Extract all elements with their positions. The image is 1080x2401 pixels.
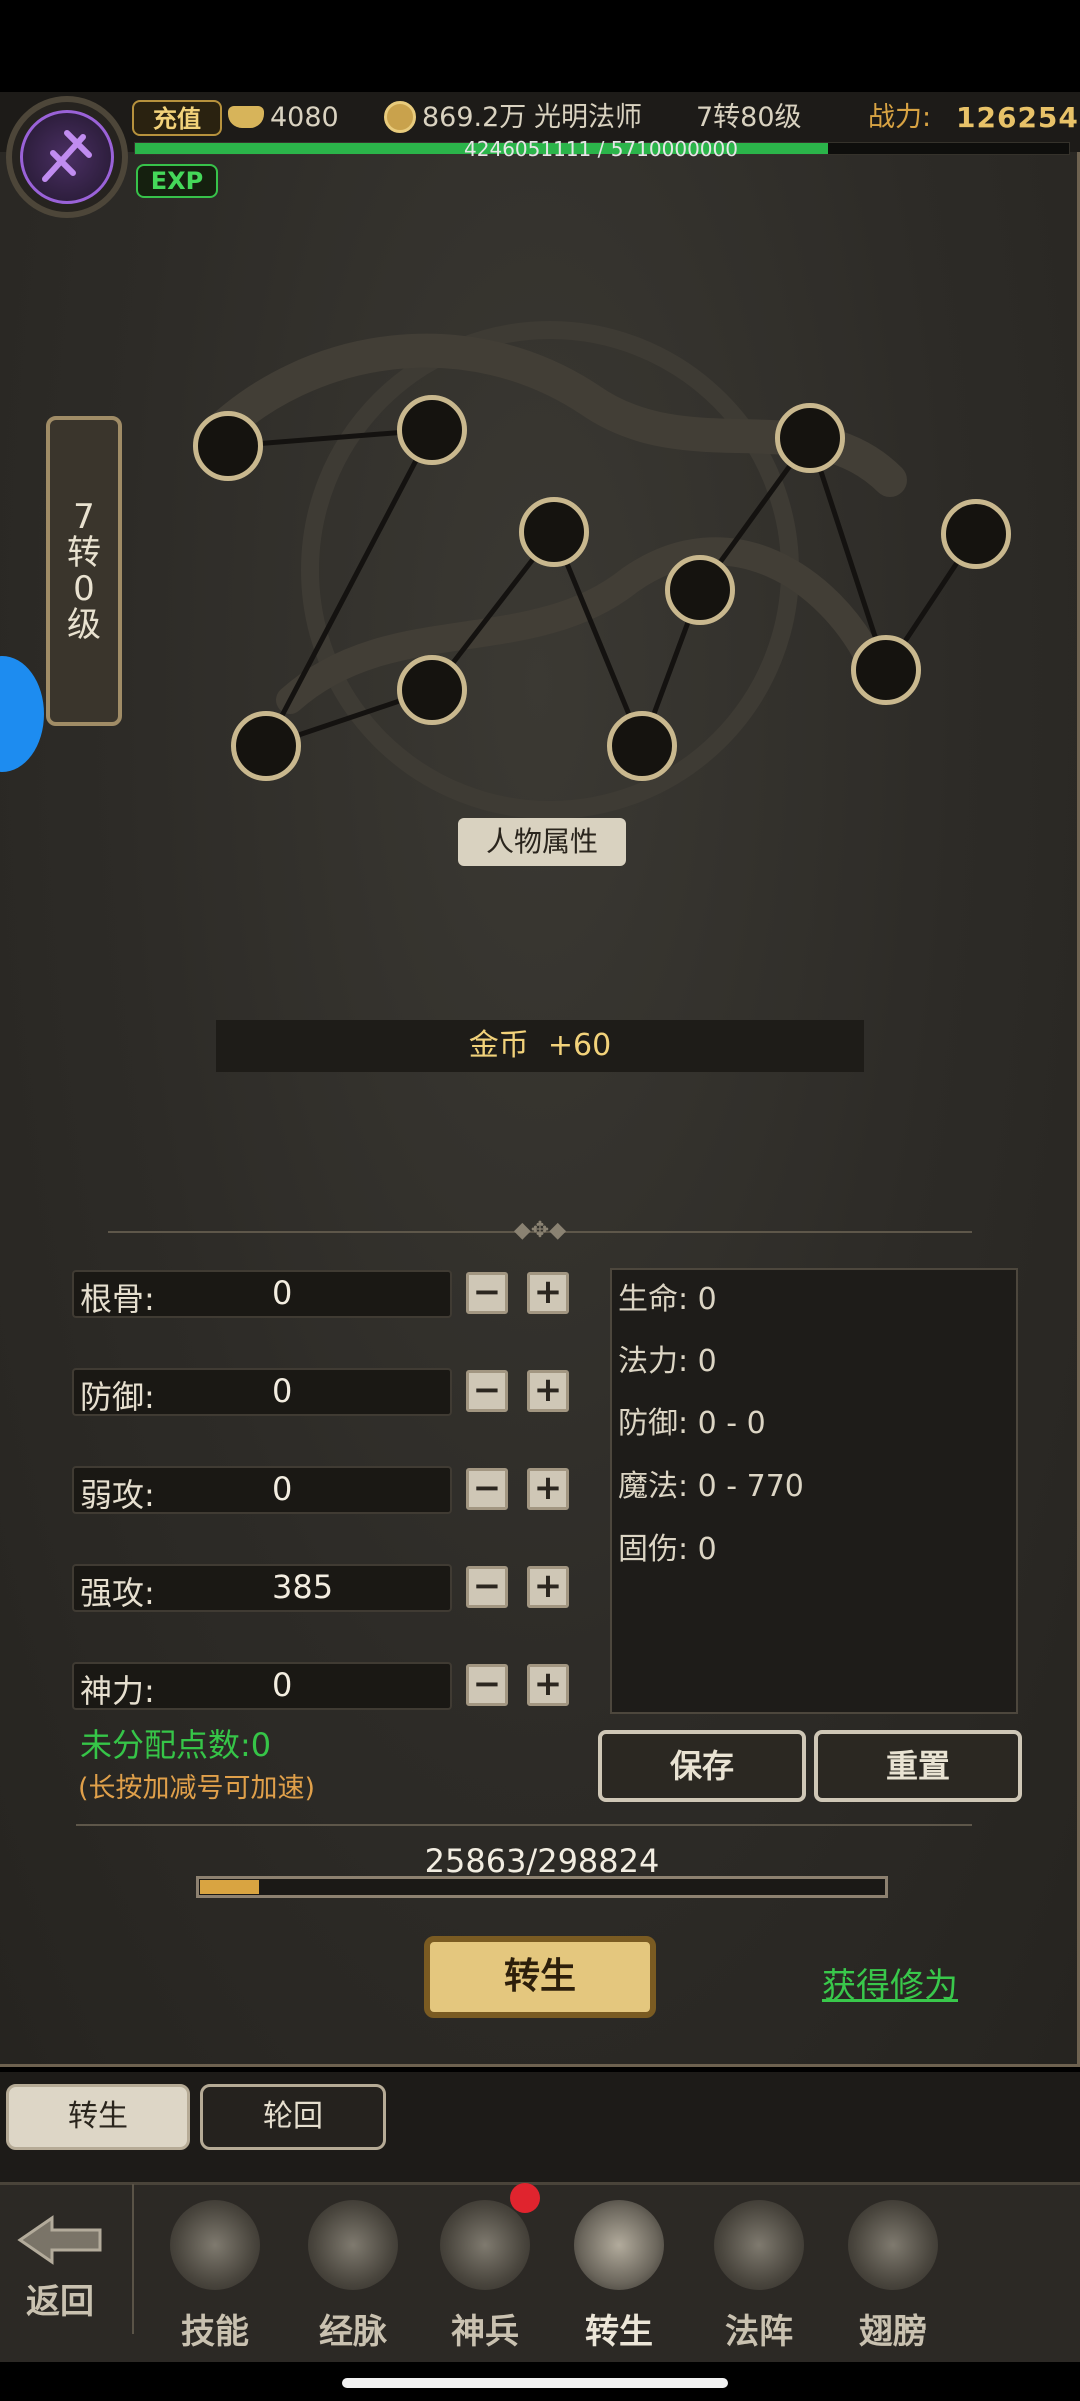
formation-icon xyxy=(714,2200,804,2290)
decrease-button[interactable]: − xyxy=(466,1566,508,1608)
result-magic: 魔法: 0 - 770 xyxy=(618,1469,804,1504)
stat-value: 0 xyxy=(272,1666,293,1704)
nav-separator xyxy=(132,2184,134,2334)
skills-icon xyxy=(170,2200,260,2290)
stat-label: 神力: xyxy=(80,1672,155,1710)
result-mp: 法力: 0 xyxy=(618,1344,717,1379)
stat-label: 防御: xyxy=(80,1378,155,1416)
constellation-node[interactable] xyxy=(775,403,845,473)
character-attributes-title[interactable]: 人物属性 xyxy=(458,818,626,866)
hint-text: (长按加减号可加速) xyxy=(78,1773,316,1804)
stat-label: 强攻: xyxy=(80,1574,155,1612)
increase-button[interactable]: + xyxy=(527,1468,569,1510)
constellation-node[interactable] xyxy=(941,499,1011,569)
cultivation-progress-fill xyxy=(200,1880,260,1894)
constellation-node[interactable] xyxy=(851,635,921,705)
nav-meridians[interactable]: 经脉 xyxy=(298,2200,408,2352)
decrease-button[interactable]: − xyxy=(466,1468,508,1510)
stat-value: 0 xyxy=(272,1372,293,1410)
notification-dot xyxy=(510,2183,540,2213)
constellation-node[interactable] xyxy=(193,411,263,481)
nav-divine-weapon[interactable]: 神兵 xyxy=(430,2200,540,2352)
decrease-button[interactable]: − xyxy=(466,1272,508,1314)
stat-label: 根骨: xyxy=(80,1280,155,1318)
divine-weapon-icon xyxy=(440,2200,530,2290)
obtain-cultivation-link[interactable]: 获得修为 xyxy=(822,1958,958,2007)
increase-button[interactable]: + xyxy=(527,1370,569,1412)
bonus-label: 金币 xyxy=(468,1028,529,1063)
result-fixed-damage: 固伤: 0 xyxy=(618,1532,717,1567)
rebirth-icon xyxy=(574,2200,664,2290)
constellation-node[interactable] xyxy=(231,711,301,781)
meridians-icon xyxy=(308,2200,398,2290)
constellation-node[interactable] xyxy=(665,555,735,625)
constellation-node[interactable] xyxy=(397,395,467,465)
increase-button[interactable]: + xyxy=(527,1566,569,1608)
decrease-button[interactable]: − xyxy=(466,1370,508,1412)
divider-ornament-icon: ◆✥◆ xyxy=(513,1218,567,1243)
tab-rebirth[interactable]: 转生 xyxy=(6,2084,190,2150)
stat-label: 弱攻: xyxy=(80,1476,155,1514)
wings-icon xyxy=(848,2200,938,2290)
save-button[interactable]: 保存 xyxy=(598,1730,806,1802)
increase-button[interactable]: + xyxy=(527,1272,569,1314)
reset-button[interactable]: 重置 xyxy=(814,1730,1022,1802)
decrease-button[interactable]: − xyxy=(466,1664,508,1706)
constellation-node[interactable] xyxy=(519,497,589,567)
cultivation-progress-bar xyxy=(196,1876,888,1898)
constellation-links xyxy=(227,427,979,749)
nav-formation[interactable]: 法阵 xyxy=(704,2200,814,2352)
tab-reincarnation[interactable]: 轮回 xyxy=(200,2084,386,2150)
cultivation-progress-text: 25863/298824 xyxy=(424,1842,660,1880)
rebirth-button[interactable]: 转生 xyxy=(424,1936,656,2018)
nav-skills[interactable]: 技能 xyxy=(160,2200,270,2352)
gold-bonus-strip: 金币 +60 xyxy=(216,1020,864,1072)
stat-value: 0 xyxy=(272,1470,293,1508)
bonus-value: +60 xyxy=(547,1028,612,1063)
unassigned-points: 未分配点数:0 xyxy=(80,1726,272,1764)
back-button[interactable]: 返回 xyxy=(0,2210,120,2323)
stat-value: 0 xyxy=(272,1274,293,1312)
constellation-node[interactable] xyxy=(397,655,467,725)
back-arrow-icon xyxy=(17,2215,102,2265)
nav-rebirth[interactable]: 转生 xyxy=(564,2200,674,2352)
nav-wings[interactable]: 翅膀 xyxy=(838,2200,948,2352)
stat-value: 385 xyxy=(272,1568,334,1606)
result-hp: 生命: 0 xyxy=(618,1282,717,1317)
home-indicator[interactable] xyxy=(342,2378,728,2388)
back-label: 返回 xyxy=(26,2282,94,2322)
result-defense: 防御: 0 - 0 xyxy=(618,1406,766,1441)
divider xyxy=(76,1824,972,1826)
increase-button[interactable]: + xyxy=(527,1664,569,1706)
constellation-node[interactable] xyxy=(607,711,677,781)
